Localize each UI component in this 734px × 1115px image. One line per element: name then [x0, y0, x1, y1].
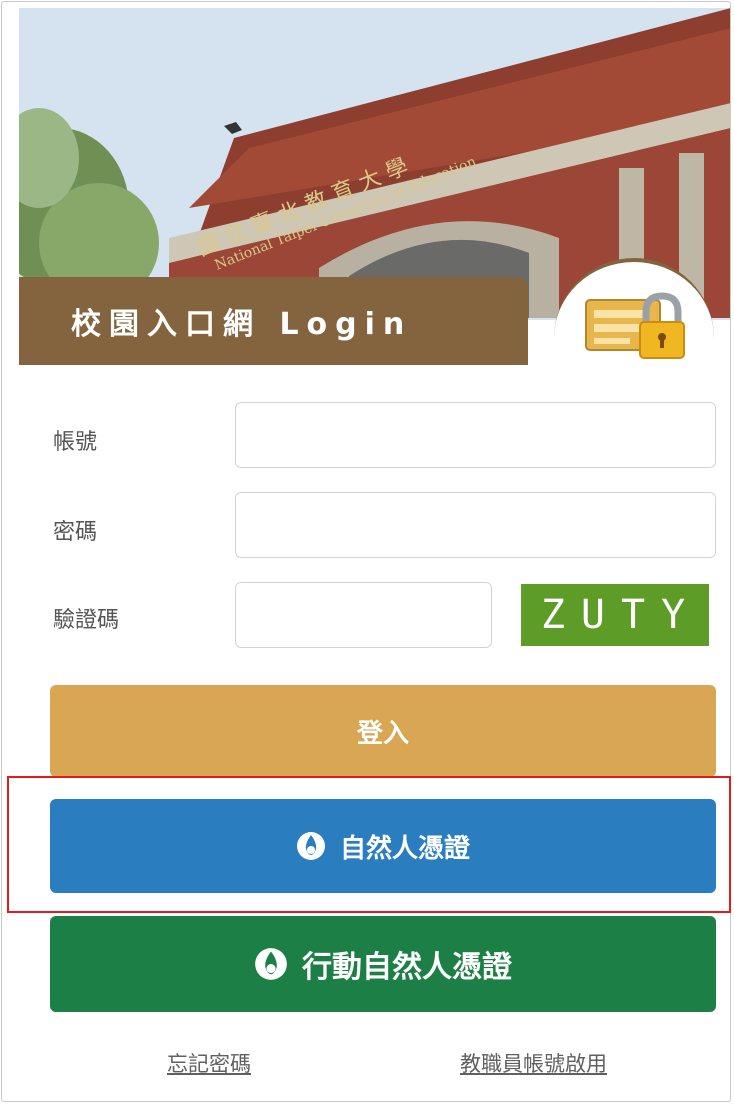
- moica-button-label: 自然人憑證: [339, 833, 470, 864]
- portal-title: 校園入口網 Login: [71, 307, 413, 342]
- account-label: 帳號: [53, 430, 98, 455]
- login-button-label: 登入: [356, 718, 409, 749]
- login-card: 國 立 臺 北 教 育 大 學 National Taipei Universi…: [1, 1, 731, 1102]
- forgot-password-link[interactable]: 忘記密碼: [167, 1048, 251, 1078]
- moica-logo-icon: [254, 947, 288, 981]
- staff-account-activation-link[interactable]: 教職員帳號啟用: [460, 1048, 607, 1078]
- mobile-moica-button-label: 行動自然人憑證: [302, 950, 512, 985]
- lock-card-icon: [585, 292, 685, 359]
- captcha-input[interactable]: [235, 582, 492, 648]
- captcha-label: 驗證碼: [53, 608, 120, 633]
- login-button[interactable]: 登入: [50, 685, 716, 777]
- captcha-image[interactable]: ZUTY: [521, 584, 709, 646]
- password-input[interactable]: [235, 492, 716, 558]
- mobile-moica-login-button[interactable]: 行動自然人憑證: [50, 916, 716, 1012]
- moica-logo-icon: [296, 831, 326, 861]
- account-input[interactable]: [235, 402, 716, 468]
- password-label: 密碼: [53, 520, 98, 545]
- portal-title-band: 校園入口網 Login: [19, 277, 528, 365]
- moica-login-button[interactable]: 自然人憑證: [50, 799, 716, 893]
